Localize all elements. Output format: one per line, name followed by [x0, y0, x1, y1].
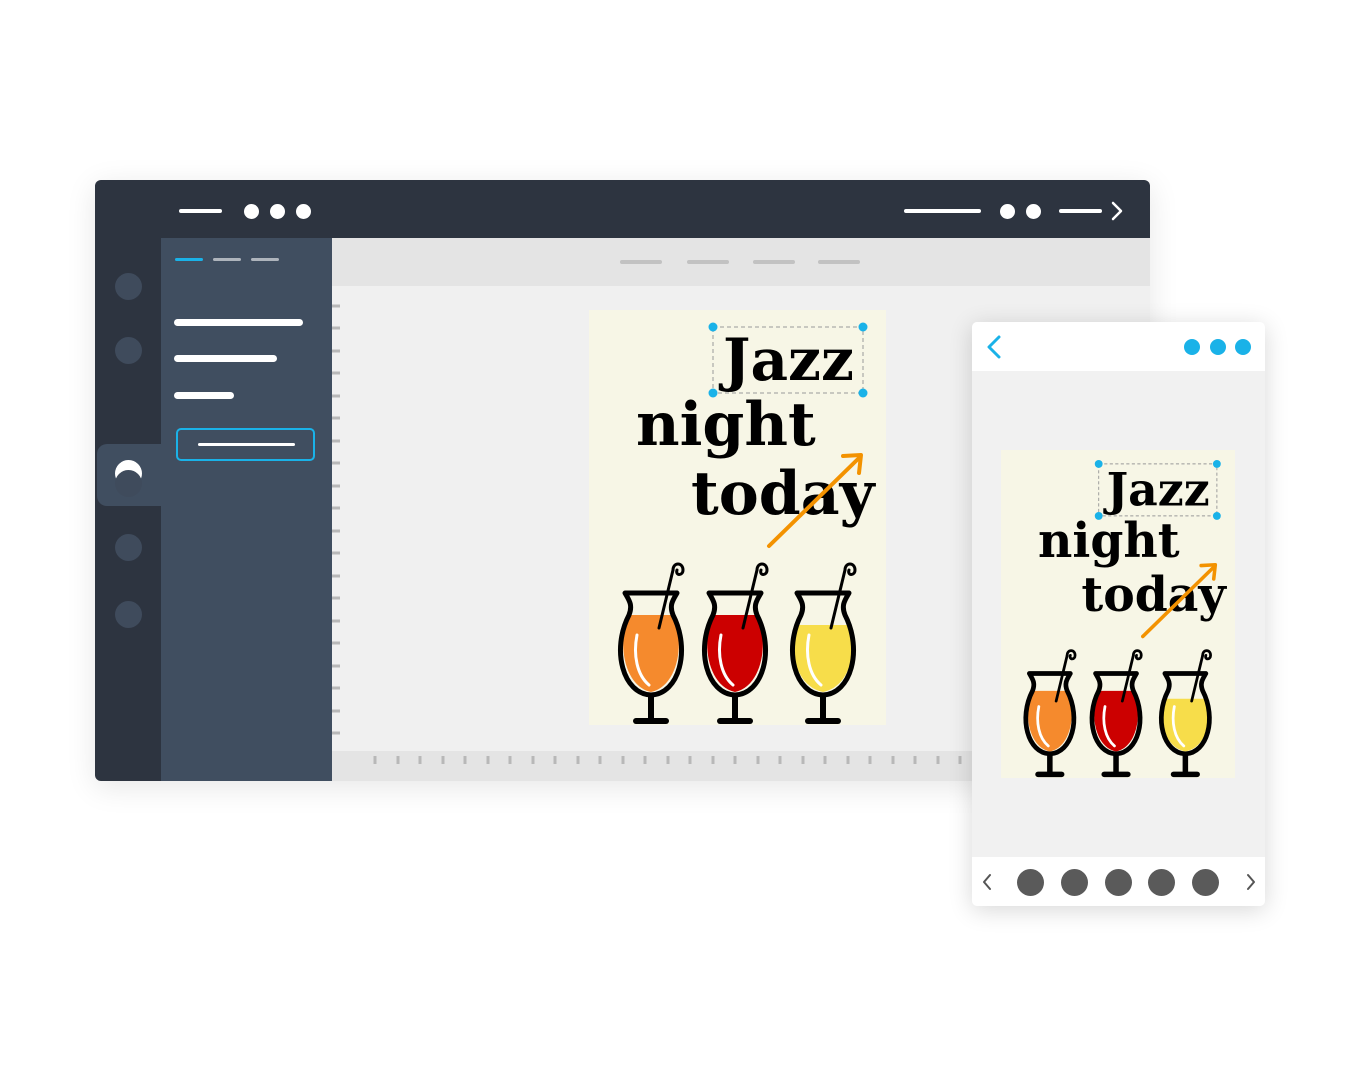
cocktail-glass-icon — [618, 562, 685, 724]
page-thumbnail-dot[interactable] — [1061, 869, 1088, 896]
tool-icon[interactable] — [115, 534, 142, 561]
panel-tab[interactable] — [251, 258, 279, 261]
properties-panel — [161, 238, 332, 781]
selection-handle[interactable] — [858, 322, 868, 332]
panel-text-line — [174, 392, 234, 399]
tool-icon[interactable] — [115, 470, 142, 497]
cocktail-glass-icon — [1023, 649, 1077, 778]
menu-placeholder-line[interactable] — [179, 209, 222, 213]
tool-icon[interactable] — [115, 273, 142, 300]
mobile-poster-artwork: Jazz night today — [1023, 459, 1227, 778]
chevron-right-icon[interactable] — [1245, 873, 1257, 891]
tool-icon[interactable] — [115, 337, 142, 364]
page-thumbnail-dot[interactable] — [1148, 869, 1175, 896]
mobile-poster-title-line2: night — [1038, 514, 1180, 569]
cocktail-glass-icon — [790, 562, 857, 724]
window-dot[interactable] — [270, 204, 285, 219]
jazz-poster[interactable]: Jazz night today — [589, 310, 886, 725]
selection-handle[interactable] — [858, 388, 868, 398]
chevron-left-icon[interactable] — [981, 873, 993, 891]
canvas-toolbar — [332, 238, 1150, 286]
window-dot[interactable] — [296, 204, 311, 219]
cocktail-glass-icon — [1158, 649, 1212, 778]
cocktail-glass-icon — [702, 562, 769, 724]
toolbar-item[interactable] — [620, 260, 662, 264]
chevron-right-icon[interactable] — [1110, 201, 1124, 221]
chevron-left-icon[interactable] — [986, 335, 1002, 359]
mobile-poster-title-line1: Jazz — [1103, 463, 1210, 517]
action-placeholder-line[interactable] — [1059, 209, 1102, 213]
more-dots-icon[interactable] — [1184, 339, 1200, 355]
cocktail-glass-icon — [1089, 649, 1143, 778]
tool-rail — [95, 238, 161, 781]
page-thumbnail-dot[interactable] — [1017, 869, 1044, 896]
button-label-placeholder — [198, 443, 295, 446]
window-dot[interactable] — [1000, 204, 1015, 219]
window-dot[interactable] — [1026, 204, 1041, 219]
toolbar-item[interactable] — [818, 260, 860, 264]
selection-handle[interactable] — [708, 322, 718, 332]
page-thumbnail-dot[interactable] — [1192, 869, 1219, 896]
panel-text-line — [174, 319, 303, 326]
panel-text-line — [174, 355, 277, 362]
page-thumbnail-dot[interactable] — [1105, 869, 1132, 896]
panel-tab[interactable] — [213, 258, 241, 261]
vertical-ruler — [332, 304, 340, 735]
selection-handle[interactable] — [708, 388, 718, 398]
mobile-jazz-poster[interactable]: Jazz night today — [1001, 450, 1235, 778]
window-titlebar — [95, 180, 1150, 238]
toolbar-item[interactable] — [753, 260, 795, 264]
url-placeholder-line[interactable] — [904, 209, 981, 213]
more-dots-icon[interactable] — [1210, 339, 1226, 355]
poster-title-line2[interactable]: night — [636, 390, 816, 460]
mobile-header — [972, 322, 1265, 371]
panel-tab-active[interactable] — [175, 258, 203, 261]
tool-icon[interactable] — [115, 601, 142, 628]
poster-title-line1[interactable]: Jazz — [718, 326, 854, 394]
window-dot[interactable] — [244, 204, 259, 219]
more-dots-icon[interactable] — [1235, 339, 1251, 355]
toolbar-item[interactable] — [687, 260, 729, 264]
mobile-preview: Jazz night today — [972, 322, 1265, 906]
panel-action-button[interactable] — [176, 428, 315, 461]
poster-artwork: Jazz night today — [618, 322, 877, 724]
